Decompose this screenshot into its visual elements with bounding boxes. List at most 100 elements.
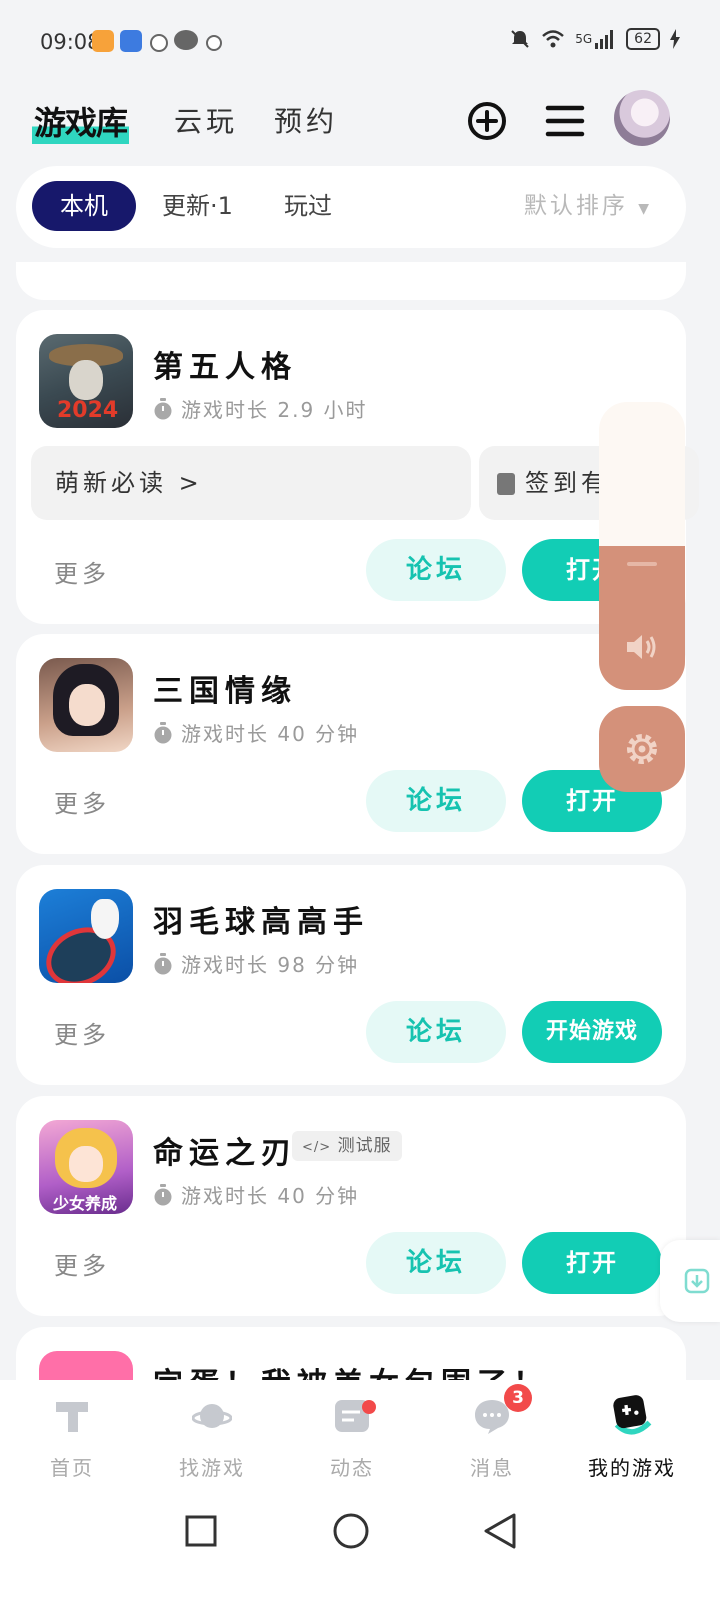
- icon-text: 少女养成: [53, 1194, 118, 1213]
- tab-cloud-play[interactable]: 云玩: [174, 100, 238, 140]
- nav-messages[interactable]: 3 消息: [420, 1380, 564, 1484]
- test-server-badge: </> 测试服: [292, 1131, 402, 1161]
- list-item: 2024 第五人格 游戏时长 2.9 小时 萌新必读 > 签到有 更多 论坛 打…: [16, 310, 699, 624]
- game-icon[interactable]: [39, 658, 133, 752]
- status-bar: 09:08 5G 62: [0, 0, 720, 84]
- timer-icon: [154, 397, 172, 419]
- more-button[interactable]: 更多: [54, 1015, 110, 1050]
- playtime: 游戏时长 40 分钟: [153, 718, 359, 747]
- playtime-text: 游戏时长 40 分钟: [181, 722, 360, 746]
- page-title[interactable]: 游戏库: [32, 98, 130, 144]
- home-icon: [56, 1402, 88, 1432]
- menu-icon[interactable]: [544, 100, 586, 142]
- volume-slider[interactable]: [599, 402, 685, 690]
- game-icon[interactable]: 2024: [39, 334, 133, 428]
- game-name[interactable]: 完蛋！我被美女包围了！: [153, 1359, 549, 1380]
- playtime: 游戏时长 40 分钟: [153, 1180, 359, 1209]
- more-button[interactable]: 更多: [54, 784, 110, 819]
- settings-button[interactable]: [599, 706, 685, 792]
- filter-bar: 本机 更新·1 玩过 默认排序 ▼: [16, 166, 686, 248]
- open-button[interactable]: 打开: [522, 1232, 662, 1294]
- game-name[interactable]: 命运之刃: [153, 1128, 297, 1172]
- app-notification-icon: [92, 30, 114, 52]
- chip-played[interactable]: 玩过: [284, 181, 332, 231]
- recent-apps-icon[interactable]: [184, 1514, 218, 1548]
- forum-button[interactable]: 论坛: [366, 770, 506, 832]
- list-item: [16, 262, 686, 300]
- more-button[interactable]: 更多: [54, 1246, 110, 1281]
- gift-icon: [497, 473, 515, 495]
- forum-button[interactable]: 论坛: [366, 539, 506, 601]
- wifi-icon: [542, 30, 565, 48]
- app-notification-icon: [150, 34, 168, 52]
- forum-button[interactable]: 论坛: [366, 1001, 506, 1063]
- playtime-text: 游戏时长 2.9 小时: [181, 398, 368, 422]
- add-circle-icon[interactable]: [466, 100, 508, 142]
- game-name[interactable]: 羽毛球高高手: [153, 897, 369, 941]
- side-drawer-tab[interactable]: [660, 1240, 720, 1322]
- network-type: 5G: [575, 32, 593, 46]
- list-item: 少女养成 命运之刃 </> 测试服 游戏时长 40 分钟 更多 论坛 打开: [16, 1096, 686, 1316]
- sort-label: 默认排序: [523, 193, 628, 219]
- playtime-text: 游戏时长 40 分钟: [181, 1184, 360, 1208]
- sort-dropdown[interactable]: 默认排序 ▼: [524, 181, 652, 234]
- newbie-guide-button[interactable]: 萌新必读 >: [31, 446, 471, 520]
- nav-label: 首页: [50, 1456, 94, 1480]
- battery-indicator: 62: [626, 28, 660, 50]
- nav-home[interactable]: 首页: [0, 1380, 144, 1484]
- app-notification-icon: [120, 30, 142, 52]
- home-circle-icon[interactable]: [332, 1512, 370, 1550]
- notification-dot: [362, 1400, 376, 1414]
- game-name[interactable]: 第五人格: [153, 342, 297, 386]
- nav-label: 找游戏: [179, 1456, 245, 1480]
- more-button[interactable]: 更多: [54, 554, 110, 589]
- playtime: 游戏时长 98 分钟: [153, 949, 359, 978]
- nav-feed[interactable]: 动态: [280, 1380, 424, 1484]
- avatar[interactable]: [614, 90, 670, 146]
- test-server-label: 测试服: [337, 1136, 392, 1156]
- playtime-text: 游戏时长 98 分钟: [181, 953, 360, 977]
- list-item: 完蛋！我被美女包围了！: [16, 1327, 686, 1380]
- game-name[interactable]: 三国情缘: [153, 666, 297, 710]
- list-item: 三国情缘 游戏时长 40 分钟 更多 论坛 打开: [16, 634, 686, 854]
- nav-find-games[interactable]: 找游戏: [140, 1380, 284, 1484]
- signal-icon: [595, 30, 614, 49]
- charging-icon: [670, 29, 680, 49]
- back-icon[interactable]: [482, 1512, 518, 1550]
- tab-reservation[interactable]: 预约: [274, 100, 338, 140]
- nav-label: 我的游戏: [588, 1456, 676, 1480]
- playtime: 游戏时长 2.9 小时: [153, 394, 368, 423]
- download-icon: [684, 1268, 710, 1294]
- nav-label: 消息: [470, 1456, 514, 1480]
- bottom-nav: 首页 找游戏 动态 3 消息 我的游戏: [0, 1380, 720, 1484]
- speaker-icon: [627, 635, 656, 659]
- game-icon[interactable]: 少女养成: [39, 1120, 133, 1214]
- header: 游戏库 云玩 预约: [0, 84, 720, 164]
- game-icon[interactable]: [39, 889, 133, 983]
- nav-label: 动态: [330, 1456, 374, 1480]
- gamepad-icon: [613, 1395, 652, 1435]
- start-game-button[interactable]: 开始游戏: [522, 1001, 662, 1063]
- shuttlecock-shape: [91, 899, 119, 939]
- face-shape: [69, 1146, 103, 1182]
- icon-text: 2024: [57, 398, 119, 423]
- chip-updates[interactable]: 更新·1: [162, 181, 233, 231]
- volume-handle[interactable]: [627, 562, 657, 566]
- mute-bell-icon: [511, 30, 529, 48]
- unread-badge: 3: [504, 1384, 532, 1412]
- code-icon: </>: [302, 1140, 332, 1155]
- timer-icon: [154, 1183, 172, 1205]
- list-item: 羽毛球高高手 游戏时长 98 分钟 更多 论坛 开始游戏: [16, 865, 686, 1085]
- timer-icon: [154, 952, 172, 974]
- planet-icon: [192, 1404, 232, 1428]
- face-shape: [69, 684, 105, 726]
- nav-my-games[interactable]: 我的游戏: [560, 1380, 704, 1484]
- gear-icon: [627, 734, 657, 764]
- newbie-guide-label: 萌新必读 >: [55, 469, 203, 497]
- game-icon[interactable]: [39, 1351, 133, 1380]
- system-nav-bar: [0, 1484, 720, 1610]
- forum-button[interactable]: 论坛: [366, 1232, 506, 1294]
- timer-icon: [154, 721, 172, 743]
- app-notification-icon: [206, 35, 222, 51]
- chip-local[interactable]: 本机: [32, 181, 136, 231]
